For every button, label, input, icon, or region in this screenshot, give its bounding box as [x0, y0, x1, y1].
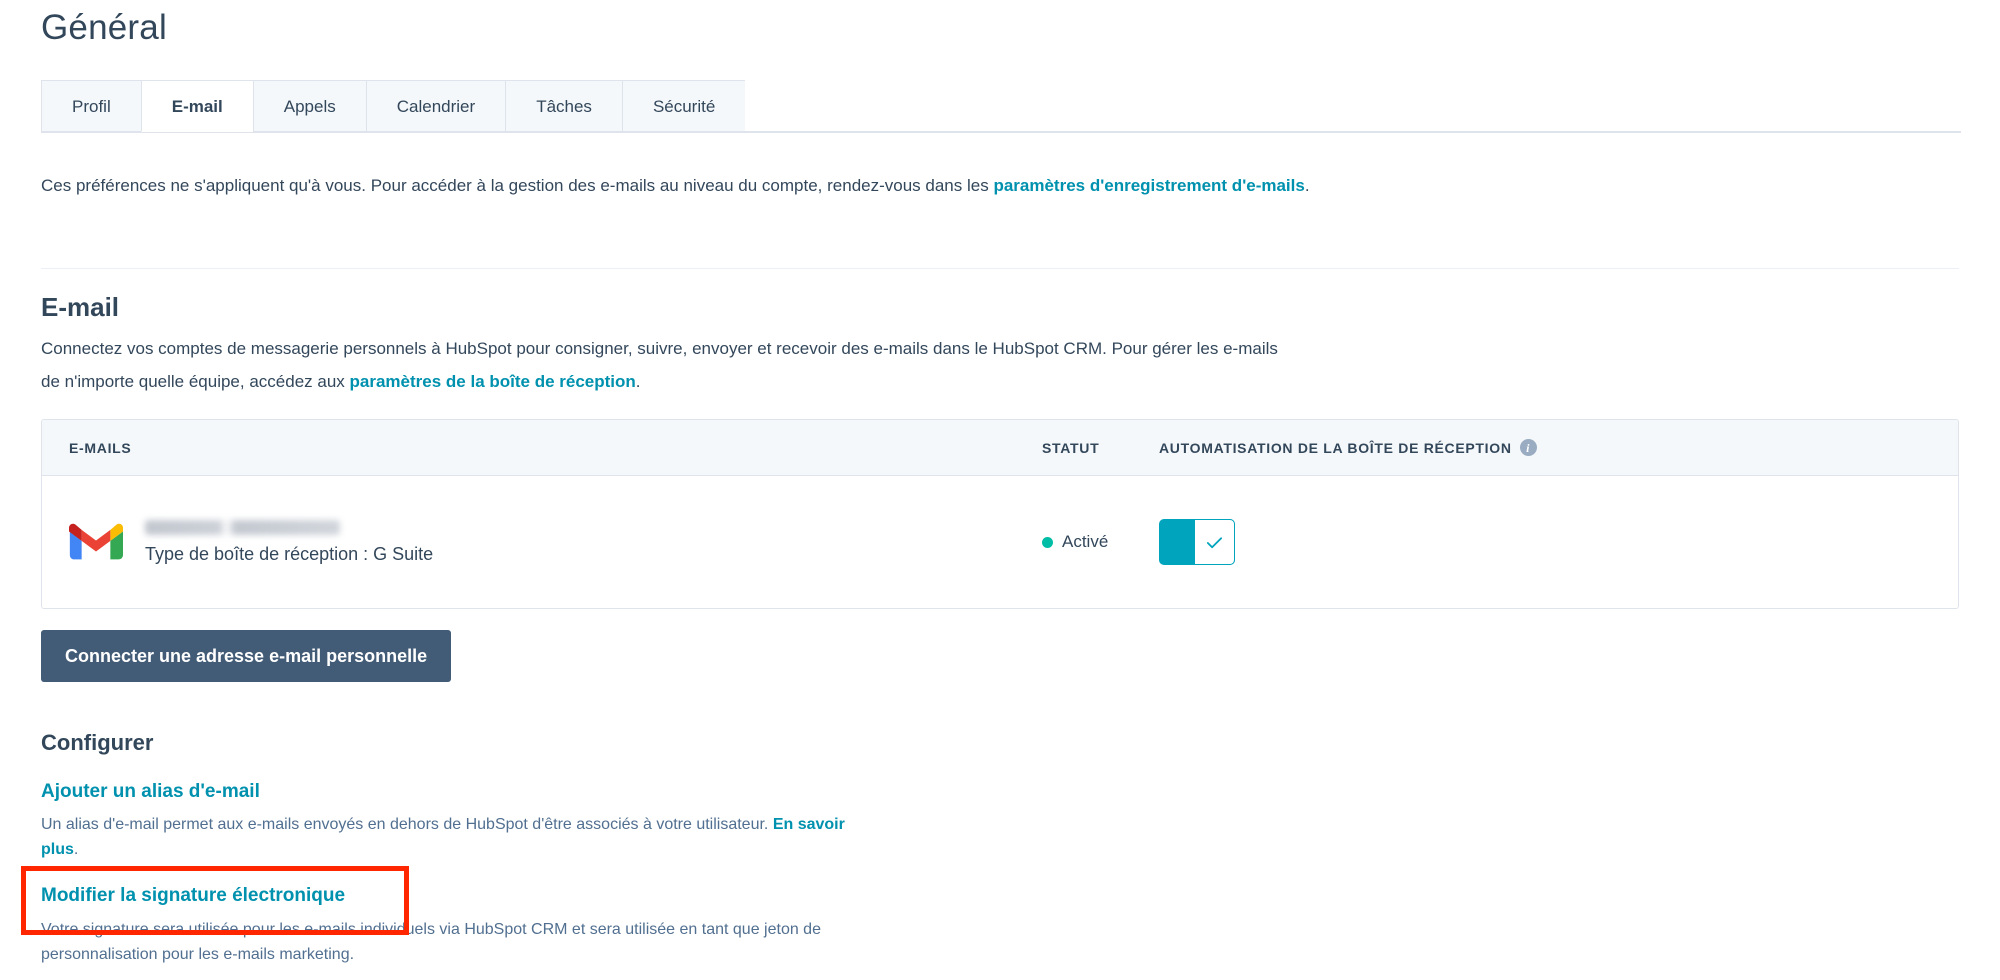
edit-email-signature-link[interactable]: Modifier la signature électronique: [41, 885, 345, 907]
toggle-knob: [1194, 519, 1235, 565]
add-email-alias-link[interactable]: Ajouter un alias d'e-mail: [41, 781, 260, 803]
status-dot-icon: [1042, 536, 1053, 548]
settings-tabs: Profil E-mail Appels Calendrier Tâches S…: [41, 80, 1961, 133]
automation-cell: [1159, 519, 1958, 565]
table-header-row: E-MAILS STATUT AUTOMATISATION DE LA BOÎT…: [42, 420, 1958, 476]
tabs-filler: [745, 80, 1961, 132]
column-header-automatisation-label: AUTOMATISATION DE LA BOÎTE DE RÉCEPTION: [1159, 439, 1512, 456]
email-account-cell: Type de boîte de réception : G Suite: [42, 519, 1042, 565]
intro-text-before: Ces préférences ne s'appliquent qu'à vou…: [41, 176, 994, 195]
column-header-emails: E-MAILS: [69, 439, 132, 456]
gmail-icon: [69, 523, 123, 559]
alias-desc-after: .: [73, 841, 79, 858]
intro-text-after: .: [1304, 176, 1310, 195]
tab-email[interactable]: E-mail: [140, 80, 253, 132]
inbox-automation-toggle[interactable]: [1159, 519, 1235, 565]
email-logging-settings-link[interactable]: paramètres d'enregistrement d'e-mails: [993, 176, 1304, 195]
checkmark-icon: [1206, 536, 1223, 548]
tab-calendrier[interactable]: Calendrier: [365, 80, 506, 132]
section-divider: [41, 268, 1959, 269]
column-header-automatisation: AUTOMATISATION DE LA BOÎTE DE RÉCEPTION …: [1159, 439, 1958, 456]
connected-emails-card: E-MAILS STATUT AUTOMATISATION DE LA BOÎT…: [41, 419, 1959, 609]
connect-personal-email-button[interactable]: Connecter une adresse e-mail personnelle: [41, 630, 452, 682]
configure-section-title: Configurer: [41, 730, 154, 755]
email-desc-before: Connectez vos comptes de messagerie pers…: [41, 339, 1278, 391]
inbox-type-label: Type de boîte de réception : G Suite: [145, 543, 434, 564]
table-row: Type de boîte de réception : G Suite Act…: [42, 476, 1958, 608]
tab-appels[interactable]: Appels: [252, 80, 366, 132]
tab-taches[interactable]: Tâches: [505, 80, 622, 132]
status-label: Activé: [1062, 532, 1109, 551]
email-section-description: Connectez vos comptes de messagerie pers…: [41, 332, 1291, 398]
tab-securite[interactable]: Sécurité: [621, 80, 746, 132]
tab-profil[interactable]: Profil: [41, 80, 141, 132]
edit-email-signature-description: Votre signature sera utilisée pour les e…: [41, 921, 821, 963]
inbox-settings-link[interactable]: paramètres de la boîte de réception: [350, 372, 636, 391]
page-title: Général: [41, 8, 167, 47]
alias-desc-before: Un alias d'e-mail permet aux e-mails env…: [41, 816, 773, 833]
add-email-alias-description: Un alias d'e-mail permet aux e-mails env…: [41, 812, 861, 862]
intro-paragraph: Ces préférences ne s'appliquent qu'à vou…: [41, 170, 1441, 201]
info-icon[interactable]: i: [1519, 439, 1537, 456]
settings-page: Général Profil E-mail Appels Calendrier …: [0, 0, 2000, 980]
email-address-redacted: [145, 519, 340, 535]
email-section-title: E-mail: [41, 292, 120, 322]
account-details: Type de boîte de réception : G Suite: [145, 519, 434, 565]
status-badge: Activé: [1042, 532, 1159, 552]
column-header-statut: STATUT: [1042, 439, 1100, 456]
email-desc-after: .: [635, 372, 641, 391]
